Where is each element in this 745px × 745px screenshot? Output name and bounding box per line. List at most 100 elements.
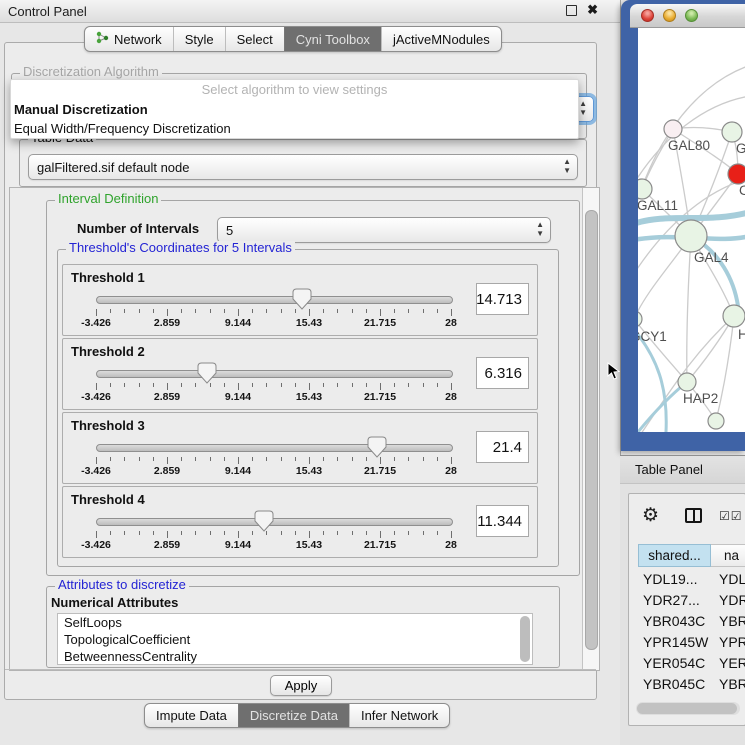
dropdown-option[interactable]: Manual Discretization — [11, 100, 578, 119]
threshold-value-field[interactable]: 21.4 — [476, 431, 529, 463]
cell-name[interactable]: YPR1 — [711, 634, 745, 650]
tab-impute-data[interactable]: Impute Data — [145, 704, 238, 727]
slider-thumb-icon[interactable] — [197, 362, 217, 384]
slider-ticks — [96, 457, 452, 465]
tick-label: 21.715 — [364, 391, 396, 403]
GAL11-node[interactable] — [638, 179, 652, 199]
dropdown-option[interactable]: Equal Width/Frequency Discretization — [11, 119, 578, 138]
stepper-icon: ▲▼ — [579, 99, 587, 117]
tick-label: 15.43 — [296, 465, 322, 477]
slider-ticks — [96, 531, 452, 539]
cell-name[interactable]: YBL0 — [711, 697, 745, 698]
network-canvas[interactable]: GAL80GACGAL11GAL4GCY1HHAP2 — [638, 28, 745, 432]
node-label: GCY1 — [638, 329, 667, 344]
cell-shared-name[interactable]: YBR045C — [638, 676, 711, 692]
threshold-slider[interactable] — [96, 296, 453, 304]
horizontal-scrollbar[interactable] — [636, 702, 740, 715]
threshold-value-field[interactable]: 11.344 — [476, 505, 529, 537]
tab-infer-network[interactable]: Infer Network — [349, 704, 449, 727]
tab-label: jActiveMNodules — [393, 32, 490, 47]
tab-label: Style — [185, 32, 214, 47]
tab-label: Discretize Data — [250, 708, 338, 723]
tick-label: 2.859 — [154, 391, 180, 403]
slider-thumb-icon[interactable] — [254, 510, 274, 532]
tab-jactivemnodules[interactable]: jActiveMNodules — [381, 27, 501, 51]
stepper-icon: ▲▼ — [563, 157, 571, 175]
cell-name[interactable]: YER0 — [711, 655, 745, 671]
table-row[interactable]: YBL079WYBL0 — [638, 694, 745, 697]
cell-shared-name[interactable]: YPR145W — [638, 634, 711, 650]
threshold-panel: Threshold 4-3.4262.8599.14415.4321.71528… — [62, 486, 538, 558]
attribute-list-item[interactable]: BetweennessCentrality — [58, 648, 532, 665]
divider — [5, 669, 596, 670]
close-traffic-light-icon[interactable] — [641, 9, 654, 22]
tab-network[interactable]: Network — [85, 27, 173, 51]
tick-label: 28 — [445, 391, 457, 403]
node-bottom[interactable] — [708, 413, 724, 429]
list-scrollbar[interactable] — [520, 616, 530, 662]
GAL80-node[interactable] — [664, 120, 682, 138]
column-header-name[interactable]: na — [711, 544, 745, 567]
cell-shared-name[interactable]: YDR27... — [638, 592, 711, 608]
threshold-panel: Threshold 3-3.4262.8599.14415.4321.71528… — [62, 412, 538, 484]
numerical-attributes-list[interactable]: SelfLoopsTopologicalCoefficientBetweenne… — [57, 613, 533, 665]
slider-thumb-icon[interactable] — [367, 436, 387, 458]
cell-shared-name[interactable]: YER054C — [638, 655, 711, 671]
slider-tick-labels: -3.4262.8599.14415.4321.71528 — [96, 465, 452, 477]
float-window-icon[interactable] — [566, 5, 577, 16]
table-row[interactable]: YPR145WYPR1 — [638, 631, 745, 652]
table-row[interactable]: YBR045CYBR0 — [638, 673, 745, 694]
minimize-traffic-light-icon[interactable] — [663, 9, 676, 22]
tab-style[interactable]: Style — [173, 27, 225, 51]
cell-shared-name[interactable]: YBL079W — [638, 697, 711, 698]
threshold-slider[interactable] — [96, 444, 453, 452]
gear-icon[interactable]: ⚙ — [642, 504, 659, 527]
threshold-value-field[interactable]: 6.316 — [476, 357, 529, 389]
tick-label: 9.144 — [225, 539, 251, 551]
checkbox-icons[interactable]: ☑☑ — [719, 509, 743, 523]
cell-name[interactable]: YDR2 — [711, 592, 745, 608]
slider-thumb-icon[interactable] — [292, 288, 312, 310]
cell-shared-name[interactable]: YDL19... — [638, 571, 711, 587]
node-label: GAL4 — [694, 250, 729, 265]
settings-scrollbar[interactable] — [582, 188, 599, 670]
tab-discretize-data[interactable]: Discretize Data — [238, 704, 349, 727]
tick-label: 15.43 — [296, 317, 322, 329]
cell-name[interactable]: YBR0 — [711, 676, 745, 692]
tick-label: 15.43 — [296, 539, 322, 551]
control-panel-titlebar: Control Panel ✖ — [0, 0, 620, 23]
num-intervals-label: Number of Intervals — [77, 221, 199, 236]
threshold-value-field[interactable]: 14.713 — [476, 283, 529, 315]
tab-label: Select — [237, 32, 273, 47]
split-column-icon[interactable] — [685, 508, 702, 523]
node-top-right[interactable] — [722, 122, 742, 142]
attribute-list-item[interactable]: SelfLoops — [58, 614, 532, 631]
attribute-list-item[interactable]: TopologicalCoefficient — [58, 631, 532, 648]
table-row[interactable]: YER054CYER0 — [638, 652, 745, 673]
apply-button[interactable]: Apply — [270, 675, 332, 696]
GAL4-node[interactable] — [675, 220, 707, 252]
HAP2-node[interactable] — [678, 373, 696, 391]
node-label: GAL80 — [668, 138, 710, 153]
zoom-traffic-light-icon[interactable] — [685, 9, 698, 22]
column-header-shared[interactable]: shared... — [638, 544, 711, 567]
table-row[interactable]: YDL19...YDL1 — [638, 568, 745, 589]
network-window-titlebar[interactable] — [630, 4, 745, 28]
threshold-slider[interactable] — [96, 370, 453, 378]
GCY1-node[interactable] — [638, 311, 642, 327]
close-icon[interactable]: ✖ — [587, 4, 598, 16]
cell-shared-name[interactable]: YBR043C — [638, 613, 711, 629]
red-node[interactable] — [728, 164, 745, 184]
table-row[interactable]: YDR27...YDR2 — [638, 589, 745, 610]
algorithm-dropdown-popup: Select algorithm to view settings Manual… — [10, 79, 579, 139]
threshold-slider[interactable] — [96, 518, 453, 526]
tab-cyni-toolbox[interactable]: Cyni Toolbox — [284, 27, 381, 51]
tab-select[interactable]: Select — [225, 27, 284, 51]
threshold-label: Threshold 4 — [71, 492, 145, 507]
cell-name[interactable]: YBR0 — [711, 613, 745, 629]
node-label: HAP2 — [683, 391, 718, 406]
table-data-combobox[interactable]: galFiltered.sif default node ▲▼ — [28, 154, 578, 180]
cell-name[interactable]: YDL1 — [711, 571, 745, 587]
table-row[interactable]: YBR043CYBR0 — [638, 610, 745, 631]
H-node[interactable] — [723, 305, 745, 327]
